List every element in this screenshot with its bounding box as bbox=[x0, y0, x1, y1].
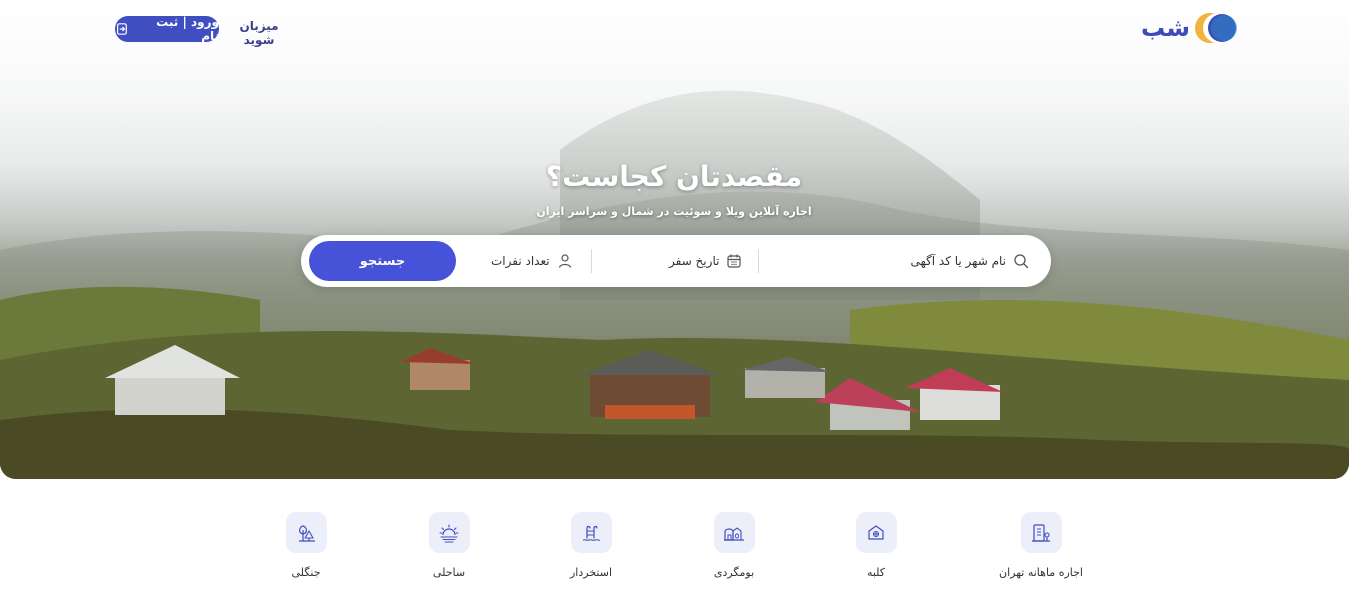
travel-date-field-label: تاریخ سفر bbox=[669, 254, 720, 268]
category-label: اجاره ماهانه تهران bbox=[999, 566, 1083, 579]
hero-title: مقصدتان کجاست؟ bbox=[545, 160, 803, 193]
destination-field-label: نام شهر یا کد آگهی bbox=[910, 254, 1006, 268]
category-label: استخردار bbox=[569, 566, 613, 579]
search-divider bbox=[591, 249, 592, 273]
category-icon-box bbox=[855, 512, 897, 553]
category-cabin[interactable]: کلبه bbox=[826, 512, 926, 579]
guests-field-label: تعداد نفرات bbox=[491, 254, 550, 268]
category-beach[interactable]: ساحلی bbox=[399, 512, 499, 579]
user-icon bbox=[558, 254, 571, 268]
forest-tree-icon bbox=[299, 524, 315, 542]
pool-ladder-icon bbox=[582, 525, 601, 541]
category-icon-box bbox=[1020, 512, 1062, 553]
travel-date-field[interactable]: تاریخ سفر bbox=[669, 235, 742, 287]
search-bar: نام شهر یا کد آگهی تاریخ سفر تعداد نفرات… bbox=[301, 235, 1051, 287]
calendar-icon bbox=[727, 254, 742, 268]
destination-field[interactable]: نام شهر یا کد آگهی bbox=[911, 235, 1029, 287]
eco-house-icon bbox=[724, 526, 744, 541]
category-label: کلبه bbox=[866, 566, 886, 579]
category-label: جنگلی bbox=[291, 566, 321, 579]
login-icon bbox=[116, 23, 127, 35]
beach-sun-icon bbox=[439, 523, 459, 543]
login-button-label: ورود | ثبت نام bbox=[156, 15, 219, 43]
hero-banner: شب میزبان شوید ورود | ثبت نام مقصدتان کج… bbox=[0, 0, 1349, 479]
become-host-link[interactable]: میزبان شوید bbox=[226, 19, 292, 47]
category-label: ساحلی bbox=[432, 566, 466, 579]
search-icon bbox=[1014, 254, 1029, 269]
category-pool[interactable]: استخردار bbox=[541, 512, 641, 579]
category-label: بومگردی bbox=[713, 566, 755, 579]
search-button[interactable]: جستجو bbox=[309, 241, 456, 281]
category-forest[interactable]: جنگلی bbox=[256, 512, 356, 579]
brand-logo[interactable]: شب bbox=[1141, 12, 1240, 44]
cabin-icon bbox=[868, 524, 884, 540]
category-icon-box bbox=[570, 512, 612, 553]
category-eco-lodge[interactable]: بومگردی bbox=[684, 512, 784, 579]
category-icon-box bbox=[285, 512, 327, 553]
guests-field[interactable]: تعداد نفرات bbox=[491, 235, 573, 287]
search-divider bbox=[758, 249, 759, 273]
building-icon bbox=[1032, 523, 1050, 542]
login-register-button[interactable]: ورود | ثبت نام bbox=[115, 15, 219, 43]
category-monthly-tehran[interactable]: اجاره ماهانه تهران bbox=[991, 512, 1091, 579]
hero-subtitle: اجاره آنلاین ویلا و سوئیت در شمال و سراس… bbox=[536, 205, 812, 218]
brand-logo-icon bbox=[1195, 13, 1238, 43]
category-icon-box bbox=[713, 512, 755, 553]
brand-name: شب bbox=[1141, 14, 1191, 42]
category-icon-box bbox=[428, 512, 470, 553]
